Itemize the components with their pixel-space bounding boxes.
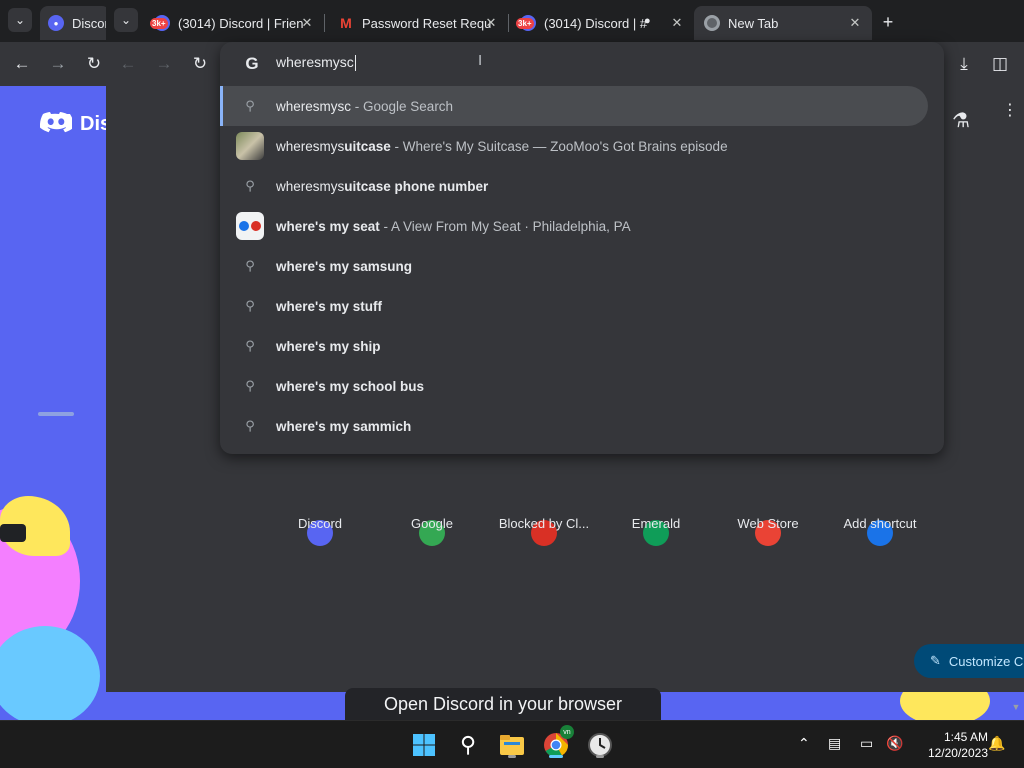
display-icon[interactable]: ▭ (860, 735, 873, 752)
tab-label: Password Reset Requ (362, 15, 492, 31)
customize-chrome-button[interactable]: ✎ Customize C (914, 644, 1024, 678)
chrome-favicon (704, 15, 720, 31)
text-caret (354, 55, 356, 72)
scrollbar-down-arrow[interactable]: ▼ (1008, 702, 1024, 718)
volume-muted-icon[interactable]: 🔇 (886, 735, 903, 752)
profile-badge: vn (560, 725, 574, 739)
back-arrow-icon[interactable]: ← (114, 50, 142, 78)
close-icon[interactable]: ✕ (298, 14, 316, 32)
pencil-icon: ✎ (930, 653, 941, 668)
raccoon-thumbnail-icon (236, 132, 264, 160)
desktop: ⌄ ● Discord — □ ← → ↻ Dis ⌄ 3k+ (3 (0, 0, 1024, 768)
search-icon[interactable]: ⚲ (452, 729, 484, 761)
tab-label: (3014) Discord | # (544, 15, 648, 31)
omnibox-dropdown: G wheresmysc I ⚲ wheresmysc - Google Sea… (220, 42, 944, 454)
search-icon: ⚲ (245, 98, 255, 113)
apps-grid-icon[interactable]: ⋮⋮⋮ (1002, 103, 1024, 119)
speech-bubble-icon: ● (644, 15, 651, 27)
discord-logo-icon (40, 112, 72, 133)
search-icon: ⚲ (245, 418, 255, 433)
tab-discord-channel[interactable]: 3k+ (3014) Discord | # ● ✕ (510, 6, 694, 40)
suggestion-item[interactable]: ⚲ where's my samsung (220, 246, 928, 286)
chevron-up-icon[interactable]: ⌃ (798, 735, 810, 752)
clock-date: 12/20/2023 (927, 746, 988, 760)
network-offline-icon[interactable]: ▤ (828, 735, 841, 752)
search-icon: ⚲ (245, 298, 255, 313)
suggestion-item[interactable]: ⚲ wheresmysc - Google Search (220, 86, 928, 126)
new-tab-button[interactable]: + (876, 10, 900, 34)
suggestion-item[interactable]: ⚲ where's my ship (220, 326, 928, 366)
shortcut-web-store[interactable]: Web Store (712, 516, 824, 531)
shortcut-discord[interactable]: Discord (264, 516, 376, 531)
shortcut-blocked[interactable]: Blocked by Cl... (488, 516, 600, 531)
close-icon[interactable]: ✕ (482, 14, 500, 32)
notification-badge: 3k+ (150, 18, 168, 29)
search-icon: ⚲ (245, 258, 255, 273)
tab-gmail-password-reset[interactable]: M Password Reset Requ ✕ (328, 6, 508, 40)
tab-discord-friends[interactable]: 3k+ (3014) Discord | Frien ✕ (144, 6, 324, 40)
tab-label: (3014) Discord | Frien (178, 15, 304, 31)
windows-start-icon[interactable] (408, 729, 440, 761)
back-tab-search-button[interactable]: ⌄ (8, 8, 32, 32)
suggestion-item[interactable]: ⚲ where's my school bus (220, 366, 928, 406)
reload-icon[interactable]: ↻ (186, 50, 214, 78)
omnibox-input[interactable]: wheresmysc (276, 54, 356, 72)
suggestion-item[interactable]: ⚲ wheresmysuitcase phone number (220, 166, 928, 206)
back-tab-label: Discord (72, 15, 106, 31)
tab-new-tab[interactable]: New Tab ✕ (694, 6, 872, 40)
suggestion-item[interactable]: where's my seat - A View From My Seat · … (220, 206, 928, 246)
shortcut-emerald[interactable]: Emerald (600, 516, 712, 531)
side-panel-icon[interactable]: ◫ (986, 50, 1014, 78)
gmail-favicon: M (340, 15, 352, 31)
search-icon: ⚲ (245, 178, 255, 193)
customize-label: Customize C (948, 653, 1024, 669)
clock-time: 1:45 AM (943, 730, 988, 744)
suggestion-item[interactable]: wheresmysuitcase - Where's My Suitcase —… (220, 126, 928, 166)
suggestion-item[interactable]: ⚲ where's my sammich (220, 406, 928, 446)
search-icon: ⚲ (245, 378, 255, 393)
tab-search-button[interactable]: ⌄ (114, 8, 138, 32)
discord-logo[interactable]: Dis (40, 112, 111, 136)
binoculars-thumbnail-icon (236, 212, 264, 240)
close-icon[interactable]: ✕ (668, 14, 686, 32)
tab-strip: ⌄ 3k+ (3014) Discord | Frien ✕ M Passwor… (106, 0, 1024, 42)
suggestion-item[interactable]: ⚲ where's my stuff (220, 286, 928, 326)
file-explorer-icon[interactable] (496, 729, 528, 761)
decorative-sparkle (38, 412, 74, 416)
back-tab-discord[interactable]: ● Discord (40, 6, 110, 40)
shortcut-google[interactable]: Google (376, 516, 488, 531)
windows-taskbar: ⚲ vn ⌃ ▤ ▭ 🔇 1:45 AM 12/20/2023 🔔 (0, 720, 1024, 768)
system-clock[interactable]: 1:45 AM 12/20/2023 (912, 729, 988, 761)
notification-badge: 3k+ (516, 18, 534, 29)
omnibox[interactable]: G wheresmysc I (220, 42, 944, 86)
shortcut-add[interactable]: Add shortcut (824, 516, 936, 531)
mouse-ibeam-cursor: I (478, 52, 483, 69)
reload-icon[interactable]: ↻ (80, 50, 108, 78)
google-g-icon: G (245, 54, 259, 73)
notification-bell-icon[interactable]: 🔔 (988, 735, 1005, 752)
open-in-browser-banner[interactable]: Open Discord in your browser (345, 688, 661, 720)
tab-label: New Tab (728, 15, 779, 31)
chrome-taskbar-icon[interactable]: vn (540, 725, 574, 761)
labs-flask-icon[interactable]: ⚗ (952, 108, 970, 133)
forward-arrow-icon[interactable]: → (150, 50, 178, 78)
clock-app-icon[interactable] (584, 729, 616, 761)
close-icon[interactable]: ✕ (846, 14, 864, 32)
discord-favicon: ● (48, 15, 64, 31)
search-icon: ⚲ (245, 338, 255, 353)
download-icon[interactable]: ⤓ (950, 50, 978, 78)
forward-arrow-icon[interactable]: → (44, 50, 72, 78)
back-arrow-icon[interactable]: ← (8, 50, 36, 78)
